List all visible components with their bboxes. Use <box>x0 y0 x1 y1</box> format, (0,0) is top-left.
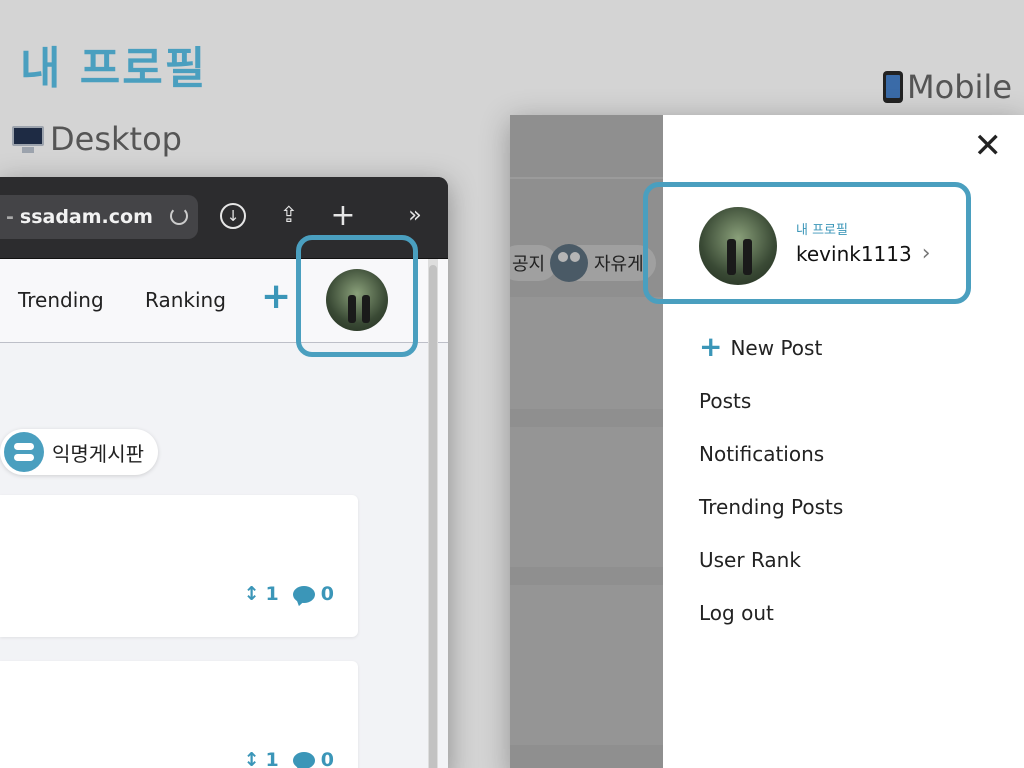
nav-trending[interactable]: Trending <box>18 288 104 312</box>
desktop-label-text: Desktop <box>50 120 182 158</box>
vote-count: 1 <box>265 749 279 768</box>
address-bar[interactable]: - ssadam.com <box>0 195 198 239</box>
board-chip-anonymous[interactable]: 익명게시판 <box>0 429 158 475</box>
vote-count: 1 <box>265 583 279 605</box>
people-icon <box>550 244 588 282</box>
desktop-computer-icon <box>10 124 46 154</box>
menu-item-label: Trending Posts <box>699 495 844 519</box>
profile-highlight-box <box>643 182 971 304</box>
comment-count: 0 <box>320 749 334 768</box>
download-icon[interactable]: ↓ <box>220 203 246 229</box>
bg-chip-notice-label: 공지 <box>512 254 546 275</box>
post-stats: ↕ 1 0 <box>244 749 334 768</box>
desktop-browser-window: - ssadam.com ↓ ⇪ + » Trending Ranking + … <box>0 177 448 768</box>
new-post-plus-icon[interactable]: + <box>261 277 291 317</box>
comment-bubble-icon <box>292 585 315 603</box>
drawer-menu: + New Post Posts Notifications Trending … <box>699 330 843 653</box>
bg-card <box>510 585 663 745</box>
menu-item-log-out[interactable]: Log out <box>699 600 843 653</box>
reload-icon[interactable] <box>170 207 188 225</box>
avatar-highlight-box <box>296 235 418 357</box>
desktop-label: Desktop <box>10 120 182 158</box>
menu-item-label: Notifications <box>699 442 825 466</box>
bg-divider <box>510 177 663 179</box>
menu-item-label: Log out <box>699 601 774 625</box>
close-icon[interactable]: ✕ <box>974 129 1003 163</box>
page-scrollbar[interactable] <box>428 259 438 768</box>
mobile-label: Mobile <box>883 68 1012 106</box>
post-stats: ↕ 1 0 <box>244 583 334 605</box>
share-icon[interactable]: ⇪ <box>274 201 304 231</box>
menu-item-label: User Rank <box>699 548 801 572</box>
chevron-right-double-icon[interactable]: » <box>400 201 430 231</box>
bg-chip-free: 자유게 <box>550 244 656 282</box>
url-prefix-icon: - <box>6 206 14 228</box>
new-tab-plus-icon[interactable]: + <box>328 201 358 231</box>
menu-item-new-post[interactable]: + New Post <box>699 330 843 388</box>
bg-card <box>510 297 663 409</box>
mobile-label-text: Mobile <box>907 68 1012 106</box>
menu-item-user-rank[interactable]: User Rank <box>699 547 843 600</box>
url-text: ssadam.com <box>19 206 153 228</box>
nav-ranking[interactable]: Ranking <box>145 288 226 312</box>
menu-item-posts[interactable]: Posts <box>699 388 843 441</box>
desktop-page: Trending Ranking + 익명게시판 ↕ 1 0 ↕ 1 0 <box>0 235 448 768</box>
board-chip-label: 익명게시판 <box>52 441 144 466</box>
bg-card <box>510 427 663 567</box>
menu-item-label: New Post <box>730 336 823 360</box>
menu-item-trending-posts[interactable]: Trending Posts <box>699 494 843 547</box>
post-card[interactable]: ↕ 1 0 <box>0 661 358 768</box>
vote-arrows-icon: ↕ <box>243 749 260 768</box>
comment-bubble-icon <box>292 751 315 768</box>
footprints-icon <box>4 432 44 472</box>
post-card[interactable]: ↕ 1 0 <box>0 495 358 637</box>
bg-chip-free-label: 자유게 <box>594 254 644 275</box>
menu-item-label: Posts <box>699 389 752 413</box>
mobile-phone-icon <box>883 71 904 103</box>
menu-item-notifications[interactable]: Notifications <box>699 441 843 494</box>
comment-count: 0 <box>320 583 334 605</box>
slide-title: 내 프로필 <box>20 43 208 94</box>
plus-icon: + <box>699 330 723 363</box>
vote-arrows-icon: ↕ <box>243 583 260 605</box>
